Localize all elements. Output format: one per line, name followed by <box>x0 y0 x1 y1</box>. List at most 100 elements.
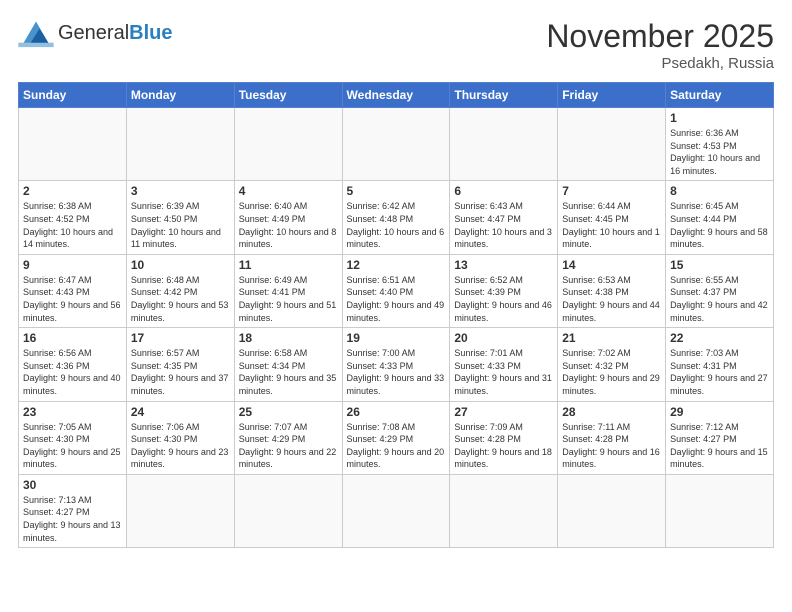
date-number: 21 <box>562 331 661 345</box>
date-number: 22 <box>670 331 769 345</box>
cell-info: Sunrise: 7:09 AM Sunset: 4:28 PM Dayligh… <box>454 421 553 471</box>
cell-info: Sunrise: 6:47 AM Sunset: 4:43 PM Dayligh… <box>23 274 122 324</box>
table-row <box>342 474 450 547</box>
date-number: 27 <box>454 405 553 419</box>
table-row <box>19 108 127 181</box>
table-row: 11Sunrise: 6:49 AM Sunset: 4:41 PM Dayli… <box>234 254 342 327</box>
cell-info: Sunrise: 6:42 AM Sunset: 4:48 PM Dayligh… <box>347 200 446 250</box>
cell-info: Sunrise: 7:06 AM Sunset: 4:30 PM Dayligh… <box>131 421 230 471</box>
table-row: 13 Sunrise: 6:52 AM Sunset: 4:39 PM Dayli… <box>450 254 558 327</box>
table-row <box>126 474 234 547</box>
date-number: 29 <box>670 405 769 419</box>
date-number: 7 <box>562 184 661 198</box>
cell-info: Sunrise: 6:57 AM Sunset: 4:35 PM Dayligh… <box>131 347 230 397</box>
cell-info: Sunrise: 7:11 AM Sunset: 4:28 PM Dayligh… <box>562 421 661 471</box>
table-row: 5 Sunrise: 6:42 AM Sunset: 4:48 PM Daylig… <box>342 181 450 254</box>
date-number: 16 <box>23 331 122 345</box>
date-number: 19 <box>347 331 446 345</box>
col-wednesday: Wednesday <box>342 83 450 108</box>
date-number: 26 <box>347 405 446 419</box>
cell-info: Sunrise: 7:02 AM Sunset: 4:32 PM Dayligh… <box>562 347 661 397</box>
date-number: 8 <box>670 184 769 198</box>
cell-info: Sunrise: 6:43 AM Sunset: 4:47 PM Dayligh… <box>454 200 553 250</box>
date-number: 15 <box>670 258 769 272</box>
table-row: 4 Sunrise: 6:40 AM Sunset: 4:49 PM Daylig… <box>234 181 342 254</box>
table-row <box>342 108 450 181</box>
date-number: 13 <box>454 258 553 272</box>
col-saturday: Saturday <box>666 83 774 108</box>
col-friday: Friday <box>558 83 666 108</box>
cell-info: Sunrise: 7:13 AM Sunset: 4:27 PM Dayligh… <box>23 494 122 544</box>
general-blue-logo-icon <box>18 18 54 48</box>
table-row <box>666 474 774 547</box>
cell-info: Sunrise: 6:40 AM Sunset: 4:49 PM Dayligh… <box>239 200 338 250</box>
logo: GeneralBlue <box>18 18 173 48</box>
logo-text: GeneralBlue <box>58 22 173 44</box>
cell-info: Sunrise: 6:45 AM Sunset: 4:44 PM Dayligh… <box>670 200 769 250</box>
table-row: 3 Sunrise: 6:39 AM Sunset: 4:50 PM Daylig… <box>126 181 234 254</box>
table-row: 28Sunrise: 7:11 AM Sunset: 4:28 PM Dayli… <box>558 401 666 474</box>
table-row: 1 Sunrise: 6:36 AM Sunset: 4:53 PM Daylig… <box>666 108 774 181</box>
cell-info: Sunrise: 6:52 AM Sunset: 4:39 PM Dayligh… <box>454 274 553 324</box>
cell-info: Sunrise: 6:49 AM Sunset: 4:41 PM Dayligh… <box>239 274 338 324</box>
table-row: 29 Sunrise: 7:12 AM Sunset: 4:27 PM Dayli… <box>666 401 774 474</box>
table-row: 12 Sunrise: 6:51 AM Sunset: 4:40 PM Dayli… <box>342 254 450 327</box>
table-row: 21 Sunrise: 7:02 AM Sunset: 4:32 PM Dayli… <box>558 328 666 401</box>
table-row: 16Sunrise: 6:56 AM Sunset: 4:36 PM Dayli… <box>19 328 127 401</box>
date-number: 5 <box>347 184 446 198</box>
date-number: 14 <box>562 258 661 272</box>
table-row: 17 Sunrise: 6:57 AM Sunset: 4:35 PM Dayli… <box>126 328 234 401</box>
cell-info: Sunrise: 6:44 AM Sunset: 4:45 PM Dayligh… <box>562 200 661 250</box>
date-number: 12 <box>347 258 446 272</box>
month-title: November 2025 <box>546 18 774 55</box>
table-row: 9Sunrise: 6:47 AM Sunset: 4:43 PM Daylig… <box>19 254 127 327</box>
table-row: 2 Sunrise: 6:38 AM Sunset: 4:52 PM Daylig… <box>19 181 127 254</box>
date-number: 2 <box>23 184 122 198</box>
table-row: 18Sunrise: 6:58 AM Sunset: 4:34 PM Dayli… <box>234 328 342 401</box>
cell-info: Sunrise: 7:12 AM Sunset: 4:27 PM Dayligh… <box>670 421 769 471</box>
table-row: 27 Sunrise: 7:09 AM Sunset: 4:28 PM Dayli… <box>450 401 558 474</box>
table-row: 24 Sunrise: 7:06 AM Sunset: 4:30 PM Dayli… <box>126 401 234 474</box>
table-row <box>450 474 558 547</box>
table-row: 10Sunrise: 6:48 AM Sunset: 4:42 PM Dayli… <box>126 254 234 327</box>
col-sunday: Sunday <box>19 83 127 108</box>
date-number: 3 <box>131 184 230 198</box>
cell-info: Sunrise: 6:39 AM Sunset: 4:50 PM Dayligh… <box>131 200 230 250</box>
cell-info: Sunrise: 6:58 AM Sunset: 4:34 PM Dayligh… <box>239 347 338 397</box>
col-thursday: Thursday <box>450 83 558 108</box>
table-row: 15Sunrise: 6:55 AM Sunset: 4:37 PM Dayli… <box>666 254 774 327</box>
date-number: 17 <box>131 331 230 345</box>
table-row <box>234 474 342 547</box>
table-row: 6 Sunrise: 6:43 AM Sunset: 4:47 PM Daylig… <box>450 181 558 254</box>
table-row: 26Sunrise: 7:08 AM Sunset: 4:29 PM Dayli… <box>342 401 450 474</box>
table-row: 8 Sunrise: 6:45 AM Sunset: 4:44 PM Daylig… <box>666 181 774 254</box>
cell-info: Sunrise: 7:07 AM Sunset: 4:29 PM Dayligh… <box>239 421 338 471</box>
table-row: 30 Sunrise: 7:13 AM Sunset: 4:27 PM Dayli… <box>19 474 127 547</box>
title-block: November 2025 Psedakh, Russia <box>546 18 774 72</box>
table-row: 23Sunrise: 7:05 AM Sunset: 4:30 PM Dayli… <box>19 401 127 474</box>
table-row: 7 Sunrise: 6:44 AM Sunset: 4:45 PM Daylig… <box>558 181 666 254</box>
date-number: 6 <box>454 184 553 198</box>
date-number: 25 <box>239 405 338 419</box>
cell-info: Sunrise: 7:01 AM Sunset: 4:33 PM Dayligh… <box>454 347 553 397</box>
col-tuesday: Tuesday <box>234 83 342 108</box>
table-row <box>450 108 558 181</box>
date-number: 24 <box>131 405 230 419</box>
date-number: 1 <box>670 111 769 125</box>
cell-info: Sunrise: 6:48 AM Sunset: 4:42 PM Dayligh… <box>131 274 230 324</box>
cell-info: Sunrise: 6:36 AM Sunset: 4:53 PM Dayligh… <box>670 127 769 177</box>
date-number: 23 <box>23 405 122 419</box>
table-row <box>234 108 342 181</box>
date-number: 30 <box>23 478 122 492</box>
cell-info: Sunrise: 6:51 AM Sunset: 4:40 PM Dayligh… <box>347 274 446 324</box>
date-number: 20 <box>454 331 553 345</box>
cell-info: Sunrise: 7:03 AM Sunset: 4:31 PM Dayligh… <box>670 347 769 397</box>
date-number: 4 <box>239 184 338 198</box>
table-row <box>558 474 666 547</box>
cell-info: Sunrise: 6:38 AM Sunset: 4:52 PM Dayligh… <box>23 200 122 250</box>
table-row: 19Sunrise: 7:00 AM Sunset: 4:33 PM Dayli… <box>342 328 450 401</box>
table-row <box>558 108 666 181</box>
calendar: Sunday Monday Tuesday Wednesday Thursday… <box>18 82 774 548</box>
calendar-header-row: Sunday Monday Tuesday Wednesday Thursday… <box>19 83 774 108</box>
table-row: 14Sunrise: 6:53 AM Sunset: 4:38 PM Dayli… <box>558 254 666 327</box>
